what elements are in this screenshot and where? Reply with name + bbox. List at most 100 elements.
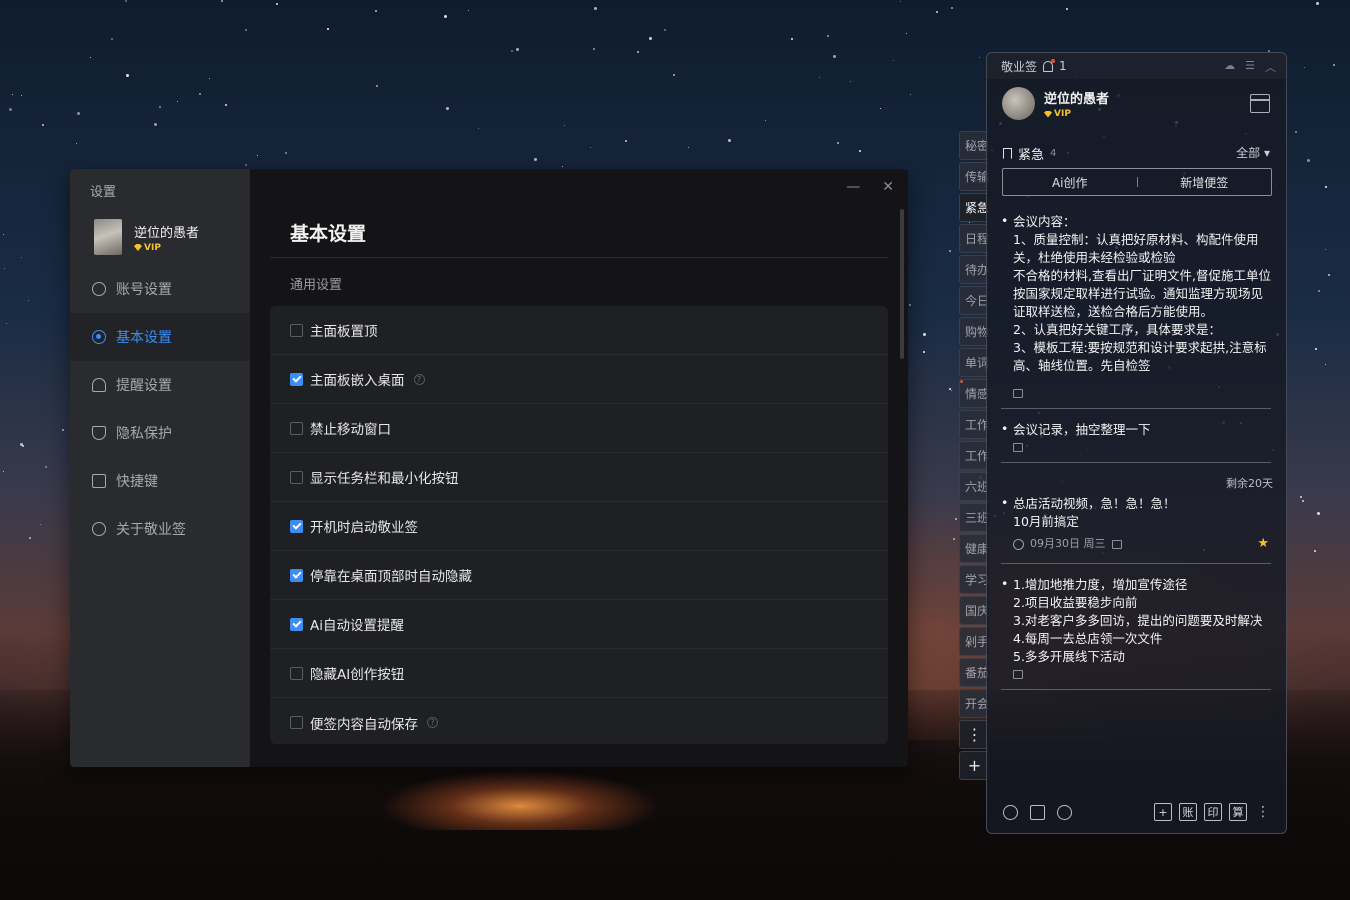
checkbox[interactable]	[290, 421, 303, 435]
option-autohide[interactable]: 停靠在桌面顶部时自动隐藏	[270, 551, 888, 600]
tab-item[interactable]: 健康	[959, 534, 989, 563]
checkbox[interactable]	[290, 666, 303, 680]
tab-item[interactable]: 六班	[959, 472, 989, 501]
option-autostart[interactable]: 开机时启动敬业签	[270, 502, 888, 551]
tab-item[interactable]: 工作	[959, 441, 989, 470]
avatar[interactable]	[1002, 87, 1035, 120]
note-text: 1.增加地推力度，增加宣传途径 2.项目收益要稳步向前 3.对老客户多多回访，提…	[1013, 577, 1263, 664]
note-text: 会议内容： 1、质量控制：认真把好原材料、构配件使用关，杜绝使用未经检验或检验 …	[1013, 214, 1271, 373]
nav-item-basic[interactable]: 基本设置	[70, 313, 250, 361]
checkbox[interactable]	[290, 372, 303, 386]
note-item[interactable]: 总店活动视频，急！急！急！ 10月前搞定 09月30日 周三 ★	[1001, 494, 1273, 553]
option-taskbar[interactable]: 显示任务栏和最小化按钮	[270, 453, 888, 502]
checkbox[interactable]	[290, 323, 303, 337]
avatar[interactable]	[94, 219, 122, 255]
nav-item-reminder[interactable]: 提醒设置	[70, 361, 250, 409]
option-autosave[interactable]: 便签内容自动保存?	[270, 698, 888, 744]
print-button[interactable]: 印	[1204, 803, 1222, 821]
tab-item[interactable]: 单词	[959, 348, 989, 377]
cloud-icon[interactable]: ☁	[1224, 59, 1235, 75]
star	[6, 323, 7, 324]
note-item[interactable]: 会议内容： 1、质量控制：认真把好原材料、构配件使用关，杜绝使用未经检验或检验 …	[1001, 212, 1273, 398]
minimize-button[interactable]: —	[846, 179, 860, 195]
bell-icon[interactable]	[1043, 58, 1056, 72]
tab-item[interactable]: 待办	[959, 255, 989, 284]
checkbox[interactable]	[290, 519, 303, 533]
menu-icon[interactable]: ☰	[1245, 59, 1255, 75]
tab-item[interactable]: 剁手	[959, 627, 989, 656]
nav-item-privacy[interactable]: 隐私保护	[70, 409, 250, 457]
tab-add-button[interactable]: +	[959, 751, 989, 780]
star	[285, 152, 287, 154]
help-icon[interactable]: ?	[427, 717, 438, 728]
tab-item[interactable]: 开会	[959, 689, 989, 718]
checkbox[interactable]	[290, 568, 303, 582]
tab-item[interactable]: 秘密	[959, 131, 989, 160]
checkbox[interactable]	[290, 470, 303, 484]
tab-item[interactable]: 传输	[959, 162, 989, 191]
tab-item[interactable]: 学习	[959, 565, 989, 594]
option-embed-desktop[interactable]: 主面板嵌入桌面?	[270, 355, 888, 404]
star	[1318, 290, 1320, 292]
nav-item-shortcuts[interactable]: 快捷键	[70, 457, 250, 505]
panel-header: 敬业签 1 ☁ ☰ ︿	[987, 53, 1286, 79]
tab-item[interactable]: 三班	[959, 503, 989, 532]
option-pin-top[interactable]: 主面板置顶	[270, 306, 888, 355]
star	[1317, 512, 1320, 515]
star-icon[interactable]: ★	[1257, 535, 1269, 553]
star	[900, 1, 901, 2]
star	[949, 388, 951, 390]
star	[1316, 2, 1319, 5]
checkbox[interactable]	[290, 716, 303, 729]
tab-item[interactable]: 日程	[959, 224, 989, 253]
ledger-button[interactable]: 账	[1179, 803, 1197, 821]
calendar-icon[interactable]	[1250, 94, 1270, 113]
notify-count: 1	[1059, 59, 1067, 73]
calc-button[interactable]: 算	[1229, 803, 1247, 821]
clock-icon[interactable]	[1003, 804, 1018, 820]
help-icon[interactable]: ?	[413, 373, 425, 385]
tab-item[interactable]: 紧急	[959, 193, 989, 222]
nav-item-about[interactable]: 关于敬业签	[70, 505, 250, 553]
lock-icon	[1013, 389, 1023, 398]
scrollbar[interactable]	[900, 209, 904, 359]
new-note-button[interactable]: 新增便签	[1138, 174, 1272, 191]
diamond-icon	[1044, 110, 1052, 118]
vip-badge: VIP	[1044, 109, 1109, 119]
panel-header-icons: ☁ ☰ ︿	[1224, 59, 1276, 75]
tab-item[interactable]: 国庆	[959, 596, 989, 625]
option-lock-window[interactable]: 禁止移动窗口	[270, 404, 888, 453]
add-button[interactable]: +	[1154, 803, 1172, 821]
star	[77, 112, 80, 115]
search-icon[interactable]	[1057, 804, 1072, 820]
star	[1066, 8, 1068, 10]
chevron-up-icon[interactable]: ︿	[1265, 59, 1276, 75]
tab-item[interactable]: 番茄	[959, 658, 989, 687]
star	[893, 60, 894, 61]
checklist-icon[interactable]	[1030, 804, 1045, 820]
divider	[1001, 563, 1271, 564]
tab-item[interactable]: 今日	[959, 286, 989, 315]
tab-more-button[interactable]: ⋮	[959, 720, 989, 749]
option-ai-reminder[interactable]: Ai自动设置提醒	[270, 600, 888, 649]
tab-item[interactable]: 工作	[959, 410, 989, 439]
tab-item[interactable]: 情感	[959, 379, 989, 408]
star	[910, 94, 911, 95]
tab-item[interactable]: 购物	[959, 317, 989, 346]
more-icon[interactable]: ⋮	[1256, 804, 1270, 820]
star	[199, 93, 201, 95]
option-hide-ai-button[interactable]: 隐藏AI创作按钮	[270, 649, 888, 698]
star	[819, 77, 820, 78]
filter-dropdown[interactable]: 全部 ▾	[1236, 144, 1270, 161]
star	[625, 140, 627, 142]
page-title: 基本设置	[290, 223, 367, 245]
note-item[interactable]: 1.增加地推力度，增加宣传途径 2.项目收益要稳步向前 3.对老客户多多回访，提…	[1001, 575, 1273, 679]
diamond-icon	[134, 244, 142, 251]
checkbox[interactable]	[290, 617, 303, 631]
star	[45, 466, 47, 468]
note-item[interactable]: 会议记录，抽空整理一下	[1001, 420, 1273, 452]
close-button[interactable]: ✕	[882, 179, 894, 195]
star	[728, 139, 731, 142]
ai-create-button[interactable]: Ai创作	[1003, 174, 1137, 191]
nav-item-account[interactable]: 账号设置	[70, 265, 250, 313]
